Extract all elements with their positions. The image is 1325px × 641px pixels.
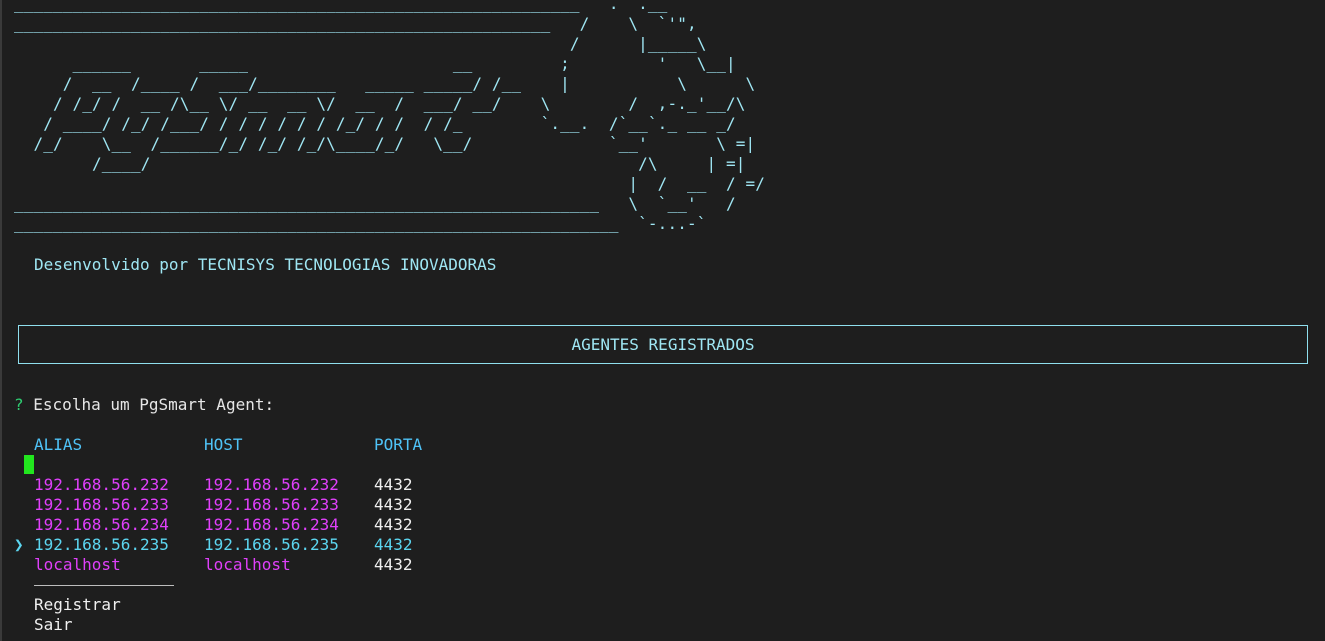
menu-separator: [34, 585, 174, 586]
agent-prompt: ? Escolha um PgSmart Agent:: [14, 395, 274, 415]
agent-option-localhost[interactable]: localhost localhost 4432: [14, 555, 614, 575]
section-title: AGENTES REGISTRADOS: [571, 335, 755, 354]
table-header-row: ALIAS HOST PORTA: [14, 435, 614, 455]
register-option[interactable]: Registrar: [34, 595, 121, 615]
developer-credit: Desenvolvido por TECNISYS TECNOLOGIAS IN…: [34, 255, 497, 274]
agent-option-232[interactable]: 192.168.56.232 192.168.56.232 4432: [14, 475, 614, 495]
agent-port: 4432: [374, 515, 413, 534]
agent-alias: 192.168.56.235: [34, 535, 169, 554]
agent-option-233[interactable]: 192.168.56.233 192.168.56.233 4432: [14, 495, 614, 515]
column-header-host: HOST: [204, 435, 243, 454]
pgsmart-ascii-logo: ________________________________________…: [14, 0, 765, 233]
agent-host: 192.168.56.235: [204, 535, 339, 554]
agent-port: 4432: [374, 495, 413, 514]
question-mark-icon: ?: [14, 395, 24, 414]
column-header-port: PORTA: [374, 435, 423, 454]
agent-port: 4432: [374, 555, 413, 574]
prompt-question: Escolha um PgSmart Agent:: [33, 395, 275, 414]
agent-host: 192.168.56.234: [204, 515, 339, 534]
exit-option[interactable]: Sair: [34, 615, 73, 635]
agent-port: 4432: [374, 535, 413, 554]
registered-agents-header: AGENTES REGISTRADOS: [18, 325, 1308, 364]
terminal-cursor: [24, 455, 34, 474]
agent-alias: 192.168.56.234: [34, 515, 169, 534]
agent-port: 4432: [374, 475, 413, 494]
terminal-left-edge: [0, 0, 2, 641]
column-header-alias: ALIAS: [34, 435, 83, 454]
agent-host: localhost: [204, 555, 291, 574]
agent-alias: 192.168.56.232: [34, 475, 169, 494]
agent-host: 192.168.56.232: [204, 475, 339, 494]
agent-alias: 192.168.56.233: [34, 495, 169, 514]
agent-option-234[interactable]: 192.168.56.234 192.168.56.234 4432: [14, 515, 614, 535]
agent-option-235-selected[interactable]: ❯ 192.168.56.235 192.168.56.235 4432: [14, 535, 614, 555]
selection-pointer-icon: ❯: [14, 535, 24, 554]
agent-host: 192.168.56.233: [204, 495, 339, 514]
agent-alias: localhost: [34, 555, 121, 574]
